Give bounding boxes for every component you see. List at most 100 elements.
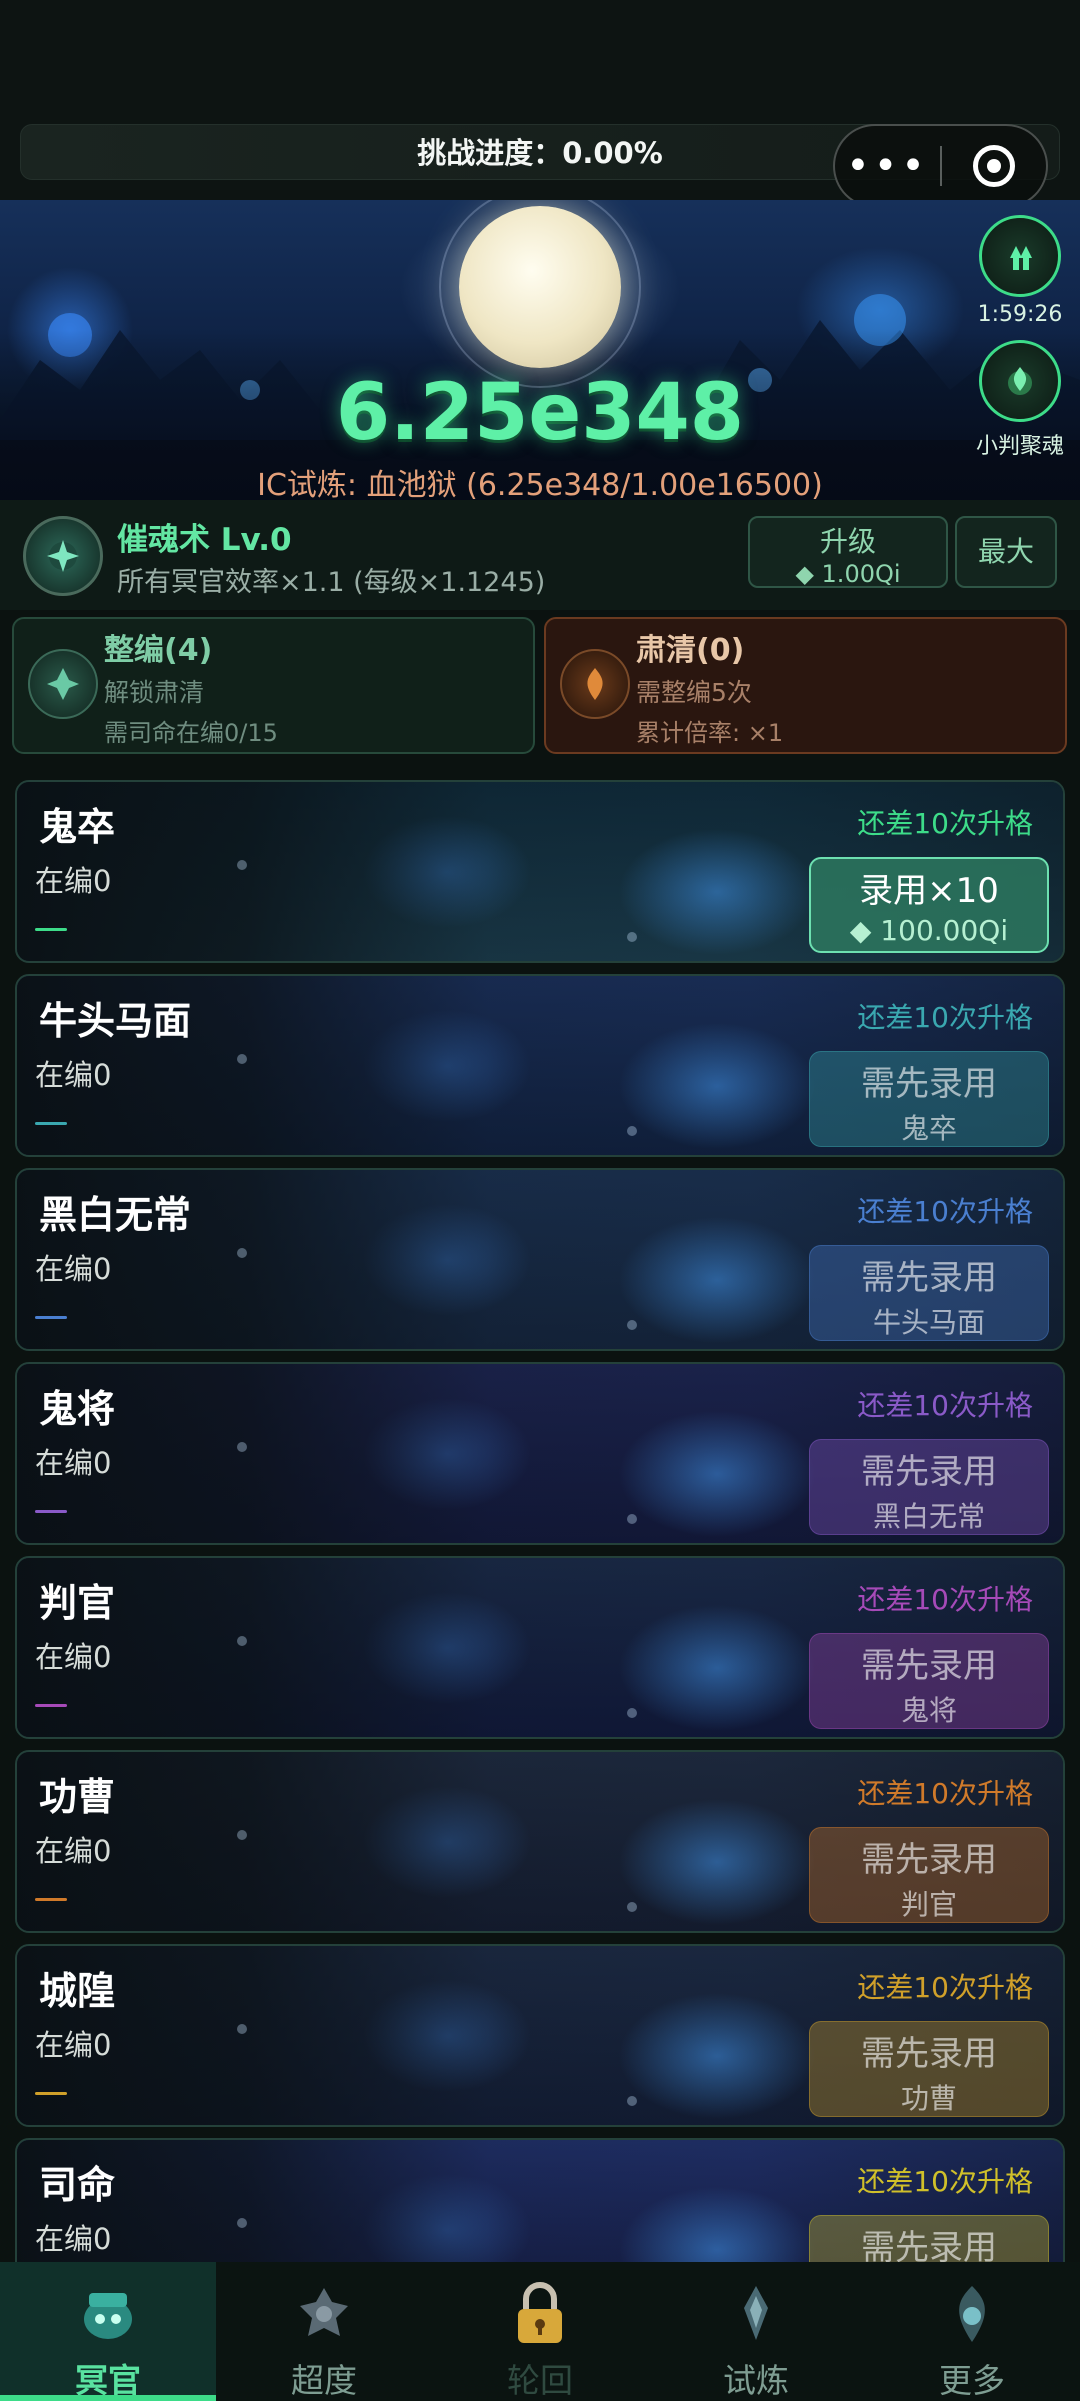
unit-name: 判官 [39,1581,116,1625]
trial-icon [718,2276,794,2352]
ghost-officer-icon [70,2276,146,2352]
bottom-nav: 冥官 超度 轮回 试炼 更多 [0,2262,1080,2401]
unit-name: 鬼卒 [39,805,116,849]
soul-release-icon [286,2276,362,2352]
unit-count: 在编0 [35,1640,112,1674]
unit-card: 功曹 在编0 还差10次升格 需先录用 判官 [15,1750,1065,1933]
recruit-locked-button[interactable]: 需先录用 功曹 [809,2021,1049,2117]
recruit-button-label: 需先录用 [861,1840,997,1880]
purge-panel[interactable]: 肃清(0) 需整编5次 累计倍率: ×1 [544,617,1067,754]
unit-card: 鬼将 在编0 还差10次升格 需先录用 黑白无常 [15,1362,1065,1545]
recruit-button-detail: ◆ 100.00Qi [849,914,1009,947]
soul-flame-icon [1008,367,1032,395]
more-icon [934,2276,1010,2352]
unit-color-dash [35,1898,67,1901]
unit-color-dash [35,928,67,931]
skill-upgrade-button[interactable]: 升级 ◆ 1.00Qi [748,516,948,588]
double-arrow-up-icon [1010,246,1032,270]
top-bar: 挑战进度：0.00% ••• [0,0,1080,208]
unit-card: 黑白无常 在编0 还差10次升格 需先录用 牛头马面 [15,1168,1065,1351]
boost-timer: 1:59:26 [977,302,1063,327]
boost-button[interactable] [979,215,1061,297]
unit-name: 鬼将 [39,1387,116,1431]
active-tab-indicator [0,2395,216,2401]
reorganize-panel[interactable]: 整编(4) 解锁肃清 需司命在编0/15 [12,617,535,754]
unit-promotion-note: 还差10次升格 [857,2165,1033,2198]
unit-count: 在编0 [35,1446,112,1480]
unit-promotion-note: 还差10次升格 [857,1777,1033,1810]
nav-tab-0[interactable]: 冥官 [0,2262,216,2401]
recruit-button[interactable]: 录用×10 ◆ 100.00Qi [809,857,1049,953]
target-icon [972,145,1015,187]
unit-name: 功曹 [39,1775,116,1819]
recruit-button-label: 需先录用 [861,1452,997,1492]
unit-name: 城隍 [39,1969,116,2013]
unit-color-dash [35,2092,67,2095]
unit-count: 在编0 [35,2222,112,2256]
unit-promotion-note: 还差10次升格 [857,1971,1033,2004]
recruit-button-detail: 黑白无常 [872,1500,985,1533]
hero-banner: 6.25e348 IC试炼: 血池狱 (6.25e348/1.00e16500) [0,200,1080,500]
nav-tab-1[interactable]: 超度 [216,2262,432,2401]
recruit-locked-button[interactable]: 需先录用 判官 [809,1827,1049,1923]
recruit-locked-button[interactable]: 需先录用 黑白无常 [809,1439,1049,1535]
unit-promotion-note: 还差10次升格 [857,1195,1033,1228]
recruit-button-detail: 牛头马面 [872,1306,985,1339]
gather-soul-button[interactable] [979,340,1061,422]
moon-orb[interactable] [459,206,621,368]
skill-name: 催魂术 Lv.0 [117,522,292,558]
unit-name: 牛头马面 [39,999,192,1043]
upgrade-label: 升级 [819,525,876,558]
lock-icon [502,2276,578,2352]
unit-name: 司命 [39,2163,116,2207]
nav-tab-4[interactable]: 更多 [864,2262,1080,2401]
unit-count: 在编0 [35,1834,112,1868]
recruit-locked-button[interactable]: 需先录用 鬼卒 [809,1051,1049,1147]
soul-urge-icon [23,516,103,596]
unit-color-dash [35,1316,67,1319]
unit-name: 黑白无常 [39,1193,192,1237]
reorganize-requirement: 需司命在编0/15 [104,719,278,747]
recruit-button-detail: 鬼卒 [900,1112,957,1145]
purge-icon [560,649,630,719]
purge-title: 肃清(0) [636,633,745,668]
recruit-button-detail: 功曹 [900,2082,957,2115]
trial-progress-text: IC试炼: 血池狱 (6.25e348/1.00e16500) [257,468,823,500]
nav-tab-label: 超度 [291,2361,357,2400]
unit-promotion-note: 还差10次升格 [857,1389,1033,1422]
unit-color-dash [35,1122,67,1125]
unit-card: 鬼卒 在编0 还差10次升格 录用×10 ◆ 100.00Qi [15,780,1065,963]
recruit-locked-button[interactable]: 需先录用 牛头马面 [809,1245,1049,1341]
reorganize-title: 整编(4) [104,633,213,668]
soul-currency-amount: 6.25e348 [335,368,745,458]
unit-card: 城隍 在编0 还差10次升格 需先录用 功曹 [15,1944,1065,2127]
purge-multiplier: 累计倍率: ×1 [636,719,784,747]
recruit-button-detail: 判官 [900,1888,957,1921]
nav-tab-label: 轮回 [507,2361,573,2400]
nav-tab-3[interactable]: 试炼 [648,2262,864,2401]
upgrade-cost: ◆ 1.00Qi [795,560,901,588]
gather-soul-label: 小判聚魂 [975,434,1064,459]
unit-promotion-note: 还差10次升格 [857,1583,1033,1616]
unit-card: 判官 在编0 还差10次升格 需先录用 鬼将 [15,1556,1065,1739]
skill-max-button[interactable]: 最大 [955,516,1057,588]
close-miniprogram-button[interactable] [942,145,1046,187]
recruit-button-label: 需先录用 [861,2034,997,2074]
recruit-button-label: 需先录用 [861,1064,997,1104]
recruit-button-detail: 鬼将 [900,1694,957,1727]
unit-count: 在编0 [35,1252,112,1286]
reorganize-subtitle: 解锁肃清 [104,678,205,707]
recruit-locked-button[interactable]: 需先录用 鬼将 [809,1633,1049,1729]
recruit-button-label: 录用×10 [859,871,999,911]
skill-description: 所有冥官效率×1.1 (每级×1.1245) [117,567,546,598]
unit-promotion-note: 还差10次升格 [857,1001,1033,1034]
unit-promotion-note: 还差10次升格 [857,807,1033,840]
unit-count: 在编0 [35,864,112,898]
purge-subtitle: 需整编5次 [636,678,752,707]
reorganize-icon [28,649,98,719]
recruit-button-label: 需先录用 [861,1646,997,1686]
miniprogram-capsule: ••• [833,124,1048,208]
more-menu-button[interactable]: ••• [835,124,940,208]
nav-tab-2[interactable]: 轮回 [432,2262,648,2401]
unit-color-dash [35,1704,67,1707]
